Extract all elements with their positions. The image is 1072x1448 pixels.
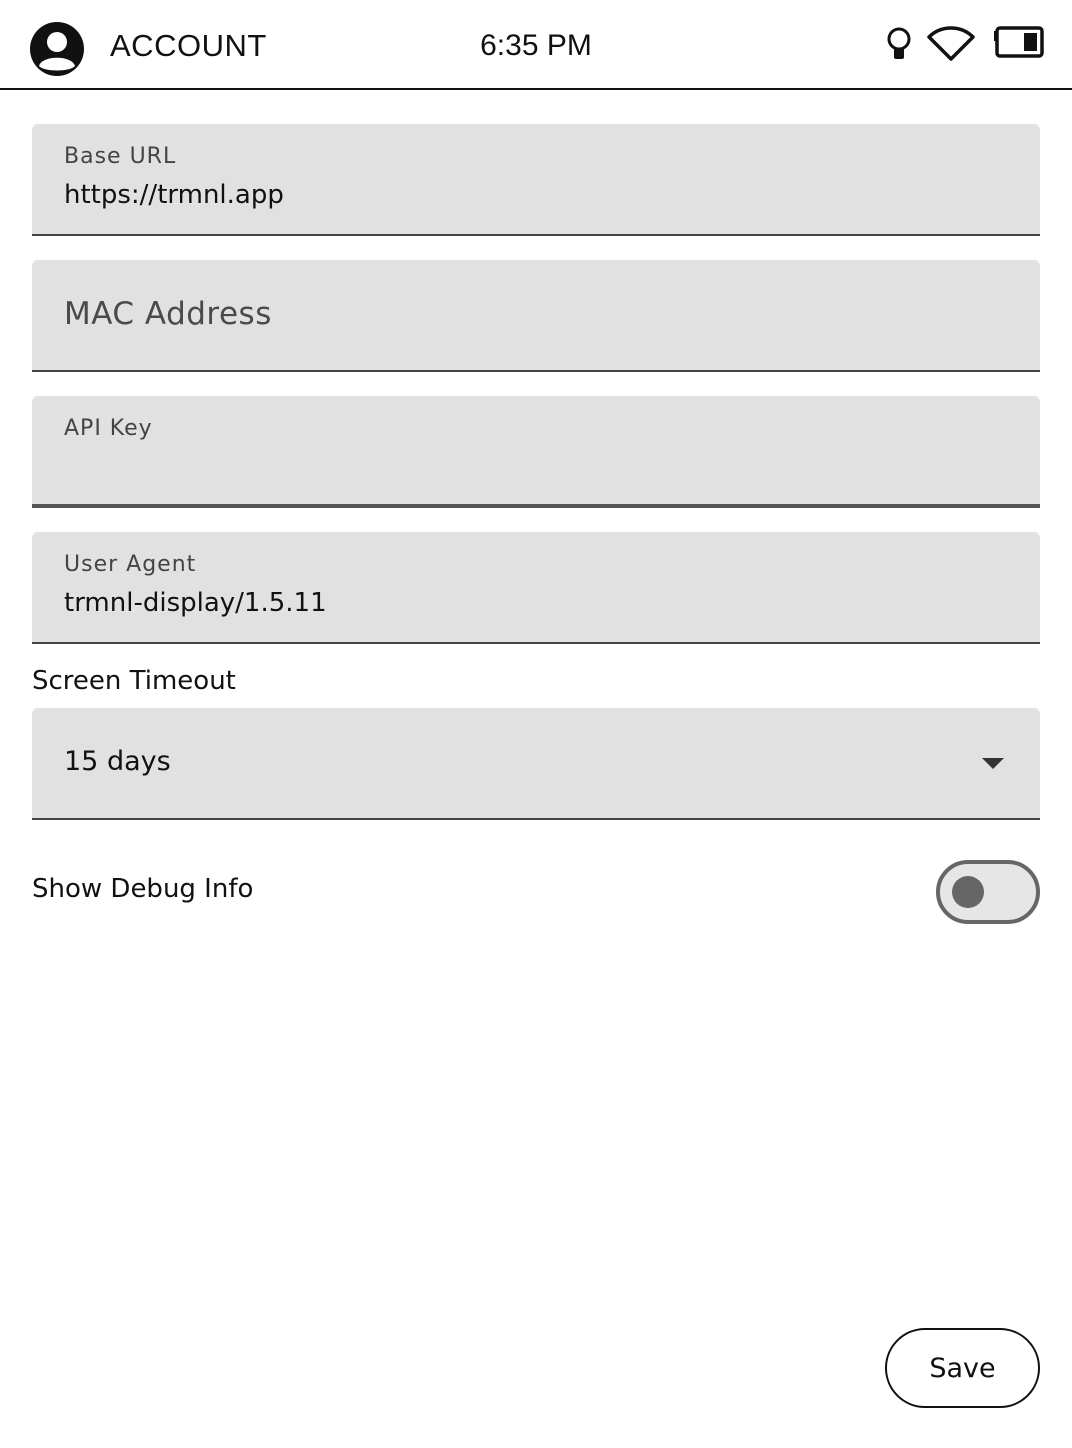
user-agent-field[interactable]: User Agent trmnl-display/1.5.11: [32, 532, 1040, 644]
wifi-icon[interactable]: [926, 24, 976, 62]
user-agent-label: User Agent: [64, 552, 197, 577]
toggle-knob: [952, 876, 984, 908]
frontlight-icon[interactable]: [884, 26, 914, 62]
page-title: ACCOUNT: [110, 28, 267, 63]
battery-icon[interactable]: [992, 26, 1044, 60]
api-key-label: API Key: [64, 416, 153, 441]
show-debug-info-toggle[interactable]: [936, 860, 1040, 924]
api-key-field[interactable]: API Key: [32, 396, 1040, 508]
mac-address-field[interactable]: MAC Address: [32, 260, 1040, 372]
base-url-value[interactable]: https://trmnl.app: [64, 180, 284, 210]
user-agent-value[interactable]: trmnl-display/1.5.11: [64, 588, 327, 618]
chevron-down-icon[interactable]: [982, 758, 1004, 769]
screen-timeout-value: 15 days: [64, 746, 171, 777]
base-url-field[interactable]: Base URL https://trmnl.app: [32, 124, 1040, 236]
clock: 6:35 PM: [480, 29, 592, 62]
screen-timeout-select[interactable]: 15 days: [32, 708, 1040, 820]
screen-timeout-label: Screen Timeout: [32, 666, 236, 696]
base-url-label: Base URL: [64, 144, 177, 169]
save-button[interactable]: Save: [885, 1328, 1040, 1408]
account-icon[interactable]: [30, 22, 84, 76]
status-bar: ACCOUNT 6:35 PM: [0, 0, 1072, 90]
mac-address-placeholder: MAC Address: [64, 296, 272, 332]
show-debug-info-label: Show Debug Info: [32, 874, 254, 904]
